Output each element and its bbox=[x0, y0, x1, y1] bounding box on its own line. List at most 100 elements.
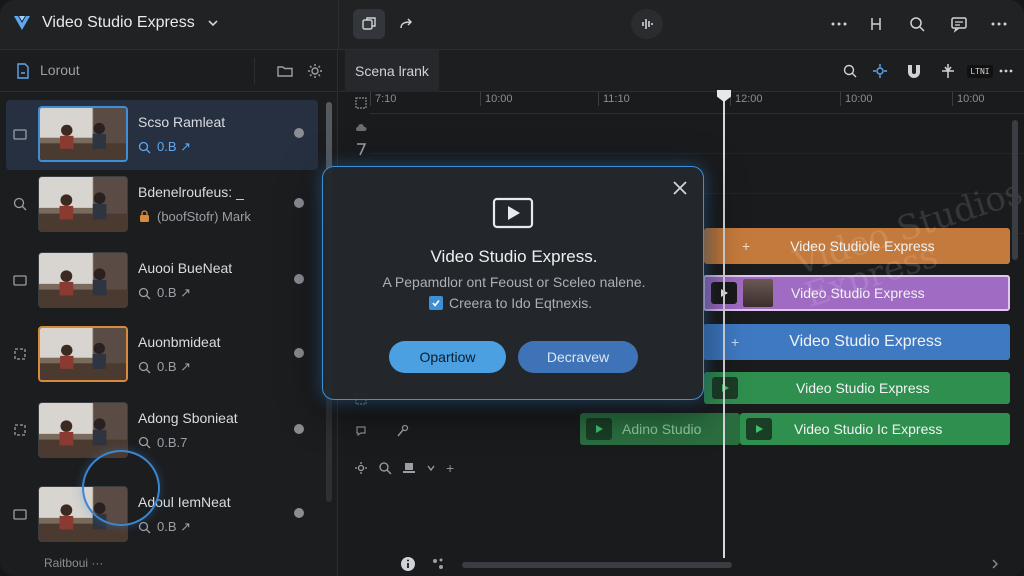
split-button[interactable] bbox=[865, 13, 887, 35]
timeline-more-button[interactable] bbox=[997, 62, 1015, 80]
track-toggle[interactable] bbox=[354, 96, 368, 110]
magnet-button[interactable] bbox=[905, 62, 923, 80]
more-button[interactable] bbox=[828, 13, 850, 35]
close-icon[interactable] bbox=[671, 179, 689, 197]
timeline-bottom-tools: + bbox=[348, 456, 1024, 480]
status-dot[interactable] bbox=[294, 274, 304, 284]
ruler-tick-label: 7:10 bbox=[370, 92, 396, 106]
status-dot[interactable] bbox=[294, 128, 304, 138]
more-horizontal-icon bbox=[999, 69, 1013, 73]
timeline-ruler[interactable]: 7:10 10:00 11:10 12:00 10:00 10:00 bbox=[370, 92, 1024, 114]
track-toggle[interactable] bbox=[354, 424, 368, 438]
timeline-vertical-scrollbar[interactable] bbox=[1012, 120, 1018, 260]
clip-name: Scso Ramleat bbox=[138, 114, 226, 130]
crop-icon[interactable] bbox=[12, 346, 28, 362]
track-toggle[interactable] bbox=[354, 142, 368, 156]
ruler-tick-label: 10:00 bbox=[952, 92, 985, 106]
status-dot[interactable] bbox=[294, 348, 304, 358]
media-clip-item[interactable]: Auooi BueNeat 0.B ↗ bbox=[6, 246, 318, 316]
plus-icon: + bbox=[731, 334, 740, 350]
menu-button[interactable] bbox=[988, 13, 1010, 35]
ruler-tick-label: 11:10 bbox=[598, 92, 630, 106]
folder-icon[interactable] bbox=[276, 62, 294, 80]
lock-icon bbox=[140, 210, 149, 222]
track-toggle[interactable] bbox=[354, 120, 368, 134]
frame-icon[interactable] bbox=[12, 126, 28, 142]
comments-button[interactable] bbox=[948, 13, 970, 35]
frame-icon[interactable] bbox=[12, 506, 28, 522]
status-dot[interactable] bbox=[294, 508, 304, 518]
media-clip-item[interactable]: Adong Sbonieat 0.B.7 bbox=[6, 396, 318, 466]
ruler-tick-label: 12:00 bbox=[730, 92, 763, 106]
media-clip-item[interactable]: Scso Ramleat 0.B ↗ bbox=[6, 100, 318, 170]
tab-scene[interactable]: Scena lrank bbox=[345, 50, 439, 92]
frame-icon[interactable] bbox=[12, 272, 28, 288]
more-horizontal-icon bbox=[831, 22, 847, 26]
timeline-clip[interactable]: + Video Studio Express bbox=[703, 324, 1010, 360]
secondary-button[interactable]: Decravew bbox=[518, 341, 638, 373]
clip-meta: (boofStofr) Mark bbox=[138, 209, 251, 224]
chevron-down-icon[interactable] bbox=[206, 16, 220, 30]
media-clip-item[interactable]: Adoul IemNeat 0.B ↗ bbox=[6, 480, 318, 550]
copy-icon bbox=[362, 17, 376, 30]
search-icon bbox=[138, 141, 151, 153]
more-horizontal-icon bbox=[991, 22, 1007, 26]
clip-meta-text: 0.B ↗ bbox=[157, 285, 192, 300]
playhead[interactable] bbox=[723, 92, 725, 558]
settings-icon[interactable] bbox=[354, 461, 368, 475]
info-icon[interactable] bbox=[400, 556, 416, 572]
timeline-horizontal-scrollbar[interactable] bbox=[462, 562, 732, 568]
title-bar: Video Studio Express bbox=[0, 0, 1024, 50]
audio-button[interactable] bbox=[631, 9, 663, 39]
status-dot[interactable] bbox=[294, 424, 304, 434]
search-icon[interactable] bbox=[12, 196, 28, 212]
clip-meta-text: 0.B ↗ bbox=[157, 139, 192, 154]
ruler-tick-label: 10:00 bbox=[480, 92, 513, 106]
timecode-button[interactable]: LTNI bbox=[967, 62, 993, 80]
timeline-clip[interactable]: Adino Studio bbox=[580, 413, 740, 445]
clip-label: Adino Studio bbox=[622, 421, 702, 437]
status-dot[interactable] bbox=[294, 198, 304, 208]
effects-icon[interactable] bbox=[430, 556, 446, 572]
brand[interactable]: Video Studio Express bbox=[12, 13, 195, 33]
media-panel-header: Lorout bbox=[0, 50, 338, 92]
search-button[interactable] bbox=[906, 13, 928, 35]
undo-button[interactable] bbox=[353, 9, 385, 39]
comment-icon bbox=[356, 426, 366, 437]
effects-button[interactable] bbox=[871, 62, 889, 80]
media-clip-item[interactable]: Auonbmideat 0.B ↗ bbox=[6, 320, 318, 390]
crop-icon[interactable] bbox=[12, 422, 28, 438]
search-icon bbox=[910, 17, 925, 32]
search-icon bbox=[138, 521, 151, 533]
clip-thumbnail bbox=[38, 106, 128, 162]
clip-meta: 0.B ↗ bbox=[138, 519, 191, 535]
zoom-button[interactable] bbox=[841, 62, 859, 80]
search-icon[interactable] bbox=[378, 461, 392, 475]
plus-icon[interactable]: + bbox=[446, 460, 454, 476]
split-button[interactable] bbox=[939, 62, 957, 80]
magnet-icon bbox=[908, 65, 920, 78]
plus-icon: + bbox=[742, 238, 751, 254]
stamp-icon[interactable] bbox=[402, 461, 416, 475]
checkbox-label: Creera to Ido Eqtnexis. bbox=[449, 295, 593, 311]
clip-meta: 0.B ↗ bbox=[138, 285, 191, 301]
timeline-clip[interactable]: Video Studio Ic Express bbox=[740, 413, 1010, 445]
file-icon[interactable] bbox=[14, 62, 32, 80]
waveform-icon bbox=[642, 19, 653, 29]
primary-button[interactable]: Opartiow bbox=[389, 341, 506, 373]
chevron-right-icon[interactable] bbox=[990, 558, 1000, 570]
clip-meta-text: 0.B.7 bbox=[157, 435, 188, 450]
media-clip-item[interactable]: Bdenelroufeus: _ (boofStofr) Mark bbox=[6, 170, 318, 240]
redo-button[interactable] bbox=[390, 9, 422, 39]
search-icon bbox=[138, 287, 151, 299]
play-icon bbox=[746, 418, 772, 440]
tab-label: Scena lrank bbox=[355, 63, 429, 79]
cut-icon bbox=[942, 64, 954, 78]
track-lane bbox=[370, 114, 1024, 154]
timeline-clip[interactable]: Video Studio Express bbox=[704, 372, 1010, 404]
redo-icon bbox=[400, 18, 413, 29]
settings-icon[interactable] bbox=[306, 62, 324, 80]
checkbox[interactable] bbox=[429, 296, 443, 310]
chevron-down-icon[interactable] bbox=[426, 463, 436, 473]
dialog-checkbox-row[interactable]: Creera to Ido Eqtnexis. bbox=[429, 295, 592, 311]
